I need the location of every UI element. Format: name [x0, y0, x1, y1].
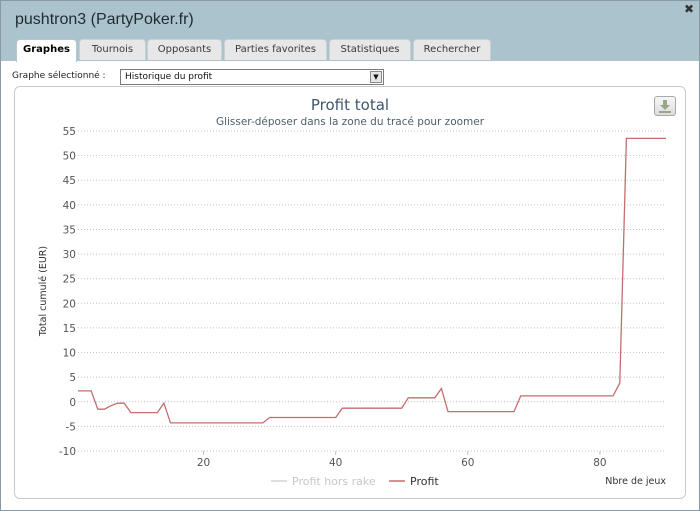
chart-subtitle: Glisser-déposer dans la zone du tracé po…: [216, 116, 485, 128]
chart-title: Profit total: [311, 96, 389, 114]
y-tick-label: 20: [63, 298, 76, 310]
legend-item: Profit: [410, 475, 439, 488]
graph-select-label: Graphe sélectionné :: [12, 71, 106, 81]
x-axis-label: Nbre de jeux: [605, 476, 666, 487]
y-tick-label: -5: [66, 421, 76, 433]
download-icon[interactable]: [654, 96, 676, 116]
tab-graphes[interactable]: Graphes: [16, 39, 77, 62]
series-line-profit: [78, 137, 666, 424]
window-header: pushtron3 (PartyPoker.fr) ✖ Graphes Tour…: [1, 1, 699, 62]
y-tick-label: -10: [59, 446, 76, 458]
x-tick-label: 60: [461, 457, 474, 469]
tab-statistiques[interactable]: Statistiques: [329, 39, 411, 60]
y-tick-label: 25: [63, 274, 76, 286]
app-window: pushtron3 (PartyPoker.fr) ✖ Graphes Tour…: [0, 0, 700, 511]
x-tick-label: 40: [329, 457, 342, 469]
profit-chart[interactable]: Profit total Glisser-déposer dans la zone…: [15, 87, 685, 498]
graph-select-value: Historique du profit: [125, 72, 213, 82]
window-title: pushtron3 (PartyPoker.fr): [15, 11, 194, 28]
chevron-down-icon[interactable]: ▼: [370, 71, 382, 83]
y-tick-label: 40: [63, 200, 76, 212]
y-tick-label: 5: [69, 372, 76, 384]
y-tick-label: 30: [63, 249, 76, 261]
tab-tournois[interactable]: Tournois: [79, 39, 146, 60]
y-tick-label: 0: [69, 397, 76, 409]
y-tick-label: 50: [63, 151, 76, 163]
y-tick-label: 55: [63, 126, 76, 138]
y-axis-label: Total cumulé (EUR): [38, 246, 49, 337]
tab-opposants[interactable]: Opposants: [147, 39, 222, 60]
chart-panel: Profit total Glisser-déposer dans la zone…: [14, 86, 686, 499]
x-tick-label: 20: [197, 457, 210, 469]
legend-item: Profit hors rake: [292, 475, 376, 488]
close-icon[interactable]: ✖: [684, 3, 694, 15]
tab-parties-favorites[interactable]: Parties favorites: [224, 39, 327, 60]
y-tick-label: 35: [63, 224, 76, 236]
x-tick-label: 80: [593, 457, 606, 469]
y-tick-label: 10: [63, 348, 76, 360]
y-tick-label: 15: [63, 323, 76, 335]
y-tick-label: 45: [63, 175, 76, 187]
tab-rechercher[interactable]: Rechercher: [413, 39, 491, 60]
graph-select-dropdown[interactable]: Historique du profit ▼: [120, 69, 384, 85]
